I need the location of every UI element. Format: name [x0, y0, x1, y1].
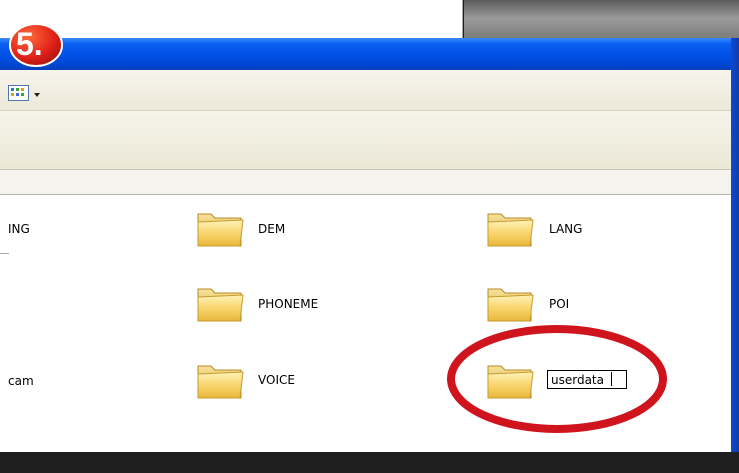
- folder-icon[interactable]: [485, 208, 535, 248]
- background-window: [0, 0, 463, 40]
- window-titlebar[interactable]: [0, 38, 739, 70]
- views-button[interactable]: [8, 84, 30, 106]
- address-bar[interactable]: [0, 170, 731, 195]
- folder-icon[interactable]: [195, 283, 245, 323]
- folder-label[interactable]: ING: [8, 222, 30, 236]
- background-bottom: [0, 452, 739, 473]
- folder-label[interactable]: LANG: [549, 222, 582, 236]
- background-photo: [464, 0, 739, 40]
- views-icon: [8, 85, 29, 101]
- toolbar: [0, 111, 731, 170]
- folder-label[interactable]: VOICE: [258, 373, 295, 387]
- folder-label[interactable]: cam: [8, 374, 34, 388]
- window-border: [731, 38, 739, 452]
- annotation-ellipse: [447, 325, 667, 433]
- folder-icon[interactable]: [195, 208, 245, 248]
- step-number: 5.: [16, 26, 43, 62]
- menu-bar: [0, 70, 731, 111]
- chevron-down-icon[interactable]: [34, 93, 40, 97]
- folder-icon[interactable]: [195, 360, 245, 400]
- folder-label[interactable]: PHONEME: [258, 297, 318, 311]
- folder-icon[interactable]: [485, 283, 535, 323]
- folder-label[interactable]: POI: [549, 297, 569, 311]
- folder-label[interactable]: DEM: [258, 222, 285, 236]
